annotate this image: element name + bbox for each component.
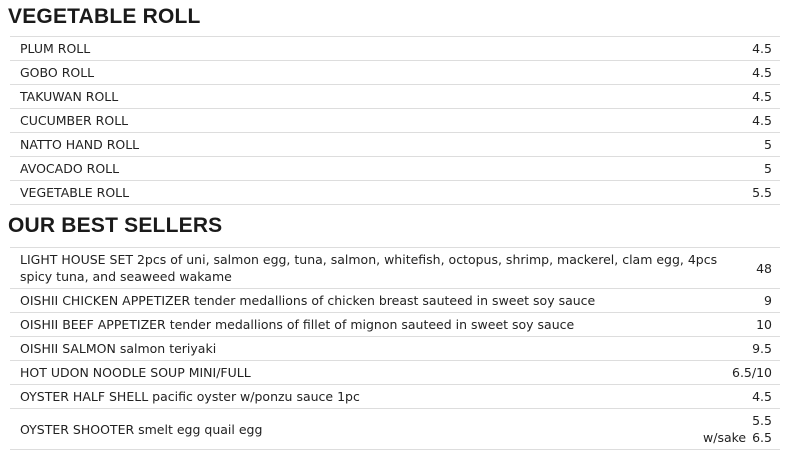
menu-item: NATTO HAND ROLL 5 [10,132,780,156]
item-price-alt: w/sake 6.5 [703,429,772,446]
section-title-best-sellers: OUR BEST SELLERS [8,214,223,237]
item-price-alt-value: 6.5 [752,430,772,445]
item-price: 9 [764,293,772,308]
item-price: 4.5 [752,65,772,80]
section-title-vegetable-roll: VEGETABLE ROLL [8,5,201,28]
item-name: PLUM ROLL [20,41,91,56]
item-name: OYSTER SHOOTER smelt egg quail egg [20,421,263,437]
menu-item: LIGHT HOUSE SET 2pcs of uni, salmon egg,… [10,247,780,288]
item-price: 4.5 [752,89,772,104]
item-price: 5.5 [752,413,772,428]
item-price: 5 [764,137,772,152]
item-price: 9.5 [752,341,772,356]
menu-item: VEGETABLE ROLL 5.5 [10,180,780,205]
item-name: GOBO ROLL [20,65,95,80]
item-name: HOT UDON NOODLE SOUP MINI/FULL [20,365,251,380]
menu-item: HOT UDON NOODLE SOUP MINI/FULL 6.5/10 [10,360,780,384]
item-price: 6.5/10 [732,365,772,380]
item-name: CUCUMBER ROLL [20,113,129,128]
item-name: NATTO HAND ROLL [20,137,140,152]
item-price: 5 [764,161,772,176]
item-price: 4.5 [752,41,772,56]
item-price: 4.5 [752,113,772,128]
menu-item: PLUM ROLL 4.5 [10,36,780,60]
item-name: TAKUWAN ROLL [20,89,119,104]
item-name: LIGHT HOUSE SET 2pcs of uni, salmon egg,… [20,252,718,284]
menu-item: GOBO ROLL 4.5 [10,60,780,84]
menu-item: TAKUWAN ROLL 4.5 [10,84,780,108]
item-name: OISHII SALMON salmon teriyaki [20,341,217,356]
item-price: 48 [756,260,772,276]
menu-item: CUCUMBER ROLL 4.5 [10,108,780,132]
menu-item: AVOCADO ROLL 5 [10,156,780,180]
menu-item: OYSTER SHOOTER smelt egg quail egg 5.5 w… [10,408,780,450]
item-name: VEGETABLE ROLL [20,185,130,200]
best-sellers-list: LIGHT HOUSE SET 2pcs of uni, salmon egg,… [10,247,780,450]
item-price-group: 5.5 w/sake 6.5 [683,410,772,448]
menu-item: OYSTER HALF SHELL pacific oyster w/ponzu… [10,384,780,408]
menu-item: OISHII BEEF APPETIZER tender medallions … [10,312,780,336]
item-name: OYSTER HALF SHELL pacific oyster w/ponzu… [20,389,360,404]
menu-item: OISHII CHICKEN APPETIZER tender medallio… [10,288,780,312]
item-name: OISHII CHICKEN APPETIZER tender medallio… [20,293,596,308]
item-price: 4.5 [752,389,772,404]
item-price-alt-label: w/sake [703,430,747,445]
item-price: 10 [756,317,772,332]
item-price: 5.5 [752,185,772,200]
menu-item: OISHII SALMON salmon teriyaki 9.5 [10,336,780,360]
item-name: OISHII BEEF APPETIZER tender medallions … [20,317,575,332]
item-name: AVOCADO ROLL [20,161,120,176]
vegetable-roll-list: PLUM ROLL 4.5 GOBO ROLL 4.5 TAKUWAN ROLL 4.… [10,36,780,205]
menu: VEGETABLE ROLL PLUM ROLL 4.5 GOBO ROLL 4.5… [0,0,790,450]
